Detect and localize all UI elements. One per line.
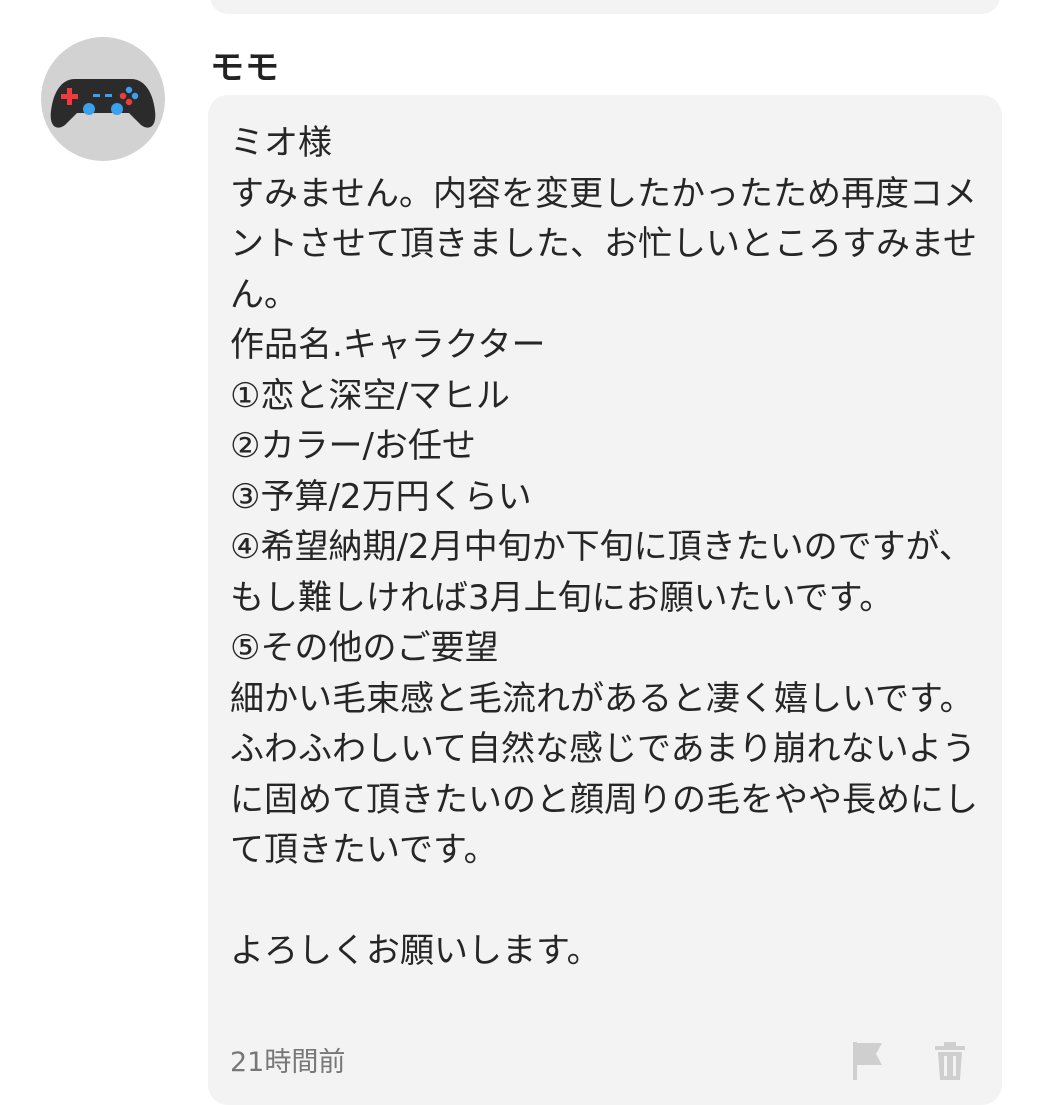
gamepad-icon bbox=[50, 79, 156, 128]
flag-icon bbox=[853, 1042, 882, 1080]
delete-button[interactable] bbox=[932, 1040, 968, 1080]
trash-icon bbox=[935, 1042, 965, 1080]
comment-message: ミオ様 すみません。内容を変更したかったため再度コメントさせて頂きました、お忙し… bbox=[230, 123, 978, 971]
previous-comment-bubble bbox=[210, 0, 1000, 14]
avatar[interactable] bbox=[41, 37, 165, 161]
username[interactable]: モモ bbox=[210, 40, 280, 89]
report-button[interactable] bbox=[850, 1040, 886, 1080]
comment-timestamp: 21時間前 bbox=[230, 1047, 346, 1078]
